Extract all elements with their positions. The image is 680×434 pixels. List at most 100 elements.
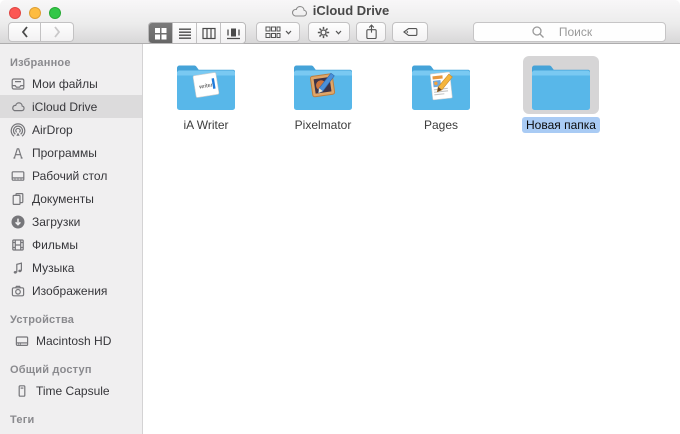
columns-view-icon (201, 27, 216, 39)
nav-buttons (8, 22, 74, 42)
pixelmator-badge (307, 69, 339, 106)
forward-button[interactable] (41, 22, 74, 42)
sidebar-item-icloud-drive[interactable]: iCloud Drive (0, 95, 142, 118)
file-label[interactable]: Новая папка (509, 117, 613, 133)
window-title-text: iCloud Drive (312, 3, 390, 18)
myfiles-icon (10, 76, 26, 92)
tag-button[interactable] (392, 22, 428, 42)
action-button[interactable] (308, 22, 350, 42)
sidebar-item-label: Time Capsule (36, 383, 110, 398)
sidebar-item-documents[interactable]: Документы (0, 187, 142, 210)
sidebar-item-label: Музыка (32, 260, 75, 275)
sidebar-item-pictures[interactable]: Изображения (0, 279, 142, 302)
file-icon-area[interactable] (523, 56, 599, 114)
list-view-icon (178, 28, 191, 39)
pages-badge (425, 69, 457, 108)
chevron-down-icon (335, 30, 342, 35)
file-icon-area[interactable]: writer (168, 56, 244, 114)
icloud-icon (291, 6, 307, 17)
ia-writer-badge-icon: writer (192, 72, 220, 98)
view-switcher (148, 22, 246, 44)
share-button[interactable] (356, 22, 386, 42)
grid-view-icon (155, 27, 167, 39)
timecapsule-icon (14, 383, 30, 399)
file-item-new-folder[interactable]: Новая папка (509, 56, 613, 133)
sidebar-section: Устройства Macintosh HD (0, 310, 142, 352)
ia-writer-badge: writer (190, 69, 222, 106)
sidebar-item-label: Изображения (32, 283, 108, 298)
documents-icon (10, 191, 26, 207)
search-field (473, 22, 666, 42)
sidebar-section: Избранное Мои файлы iCloud Drive AirDrop Про… (0, 53, 142, 302)
sidebar-item-downloads[interactable]: Загрузки (0, 210, 142, 233)
gear-icon (317, 26, 330, 38)
sidebar-item-label: Документы (32, 191, 94, 206)
file-label[interactable]: iA Writer (154, 118, 258, 132)
file-item-pages[interactable]: Pages (389, 56, 493, 132)
file-icon-area[interactable] (403, 56, 479, 114)
search-input[interactable] (473, 22, 666, 42)
chevron-left-icon (21, 26, 28, 38)
file-label-text: Pixelmator (294, 118, 352, 132)
arrange-button[interactable] (256, 22, 300, 42)
sidebar-item-label: Мои файлы (32, 76, 98, 91)
file-icon-area[interactable] (285, 56, 361, 114)
sidebar-item-label: AirDrop (32, 122, 73, 137)
downloads-icon (10, 214, 26, 230)
sidebar-item-label: Программы (32, 145, 97, 160)
back-button[interactable] (8, 22, 41, 42)
coverflow-view-button[interactable] (221, 23, 245, 43)
airdrop-icon (10, 122, 26, 138)
sidebar-item-movies[interactable]: Фильмы (0, 233, 142, 256)
share-icon (365, 24, 377, 40)
arrange-icon (265, 26, 280, 38)
file-label[interactable]: Pages (389, 118, 493, 132)
file-label-text: Новая папка (522, 117, 600, 133)
sidebar-item-my-files[interactable]: Мои файлы (0, 72, 142, 95)
coverflow-view-icon (226, 28, 240, 39)
file-label-text: iA Writer (183, 118, 229, 132)
file-label[interactable]: Pixelmator (271, 118, 375, 132)
pictures-icon (10, 283, 26, 299)
sidebar-item-airdrop[interactable]: AirDrop (0, 118, 142, 141)
sidebar: Избранное Мои файлы iCloud Drive AirDrop Про… (0, 44, 143, 434)
file-label-text: Pages (423, 118, 459, 132)
finder-window: iCloud Drive Поиск Избранное Мои файлы i… (0, 0, 680, 434)
icloud-icon (10, 99, 26, 115)
sidebar-item-applications[interactable]: Программы (0, 141, 142, 164)
file-item-pixelmator[interactable]: Pixelmator (271, 56, 375, 132)
toolbar: iCloud Drive (0, 0, 680, 44)
list-view-button[interactable] (173, 23, 197, 43)
sidebar-item-label: iCloud Drive (32, 99, 98, 114)
window-title: iCloud Drive (0, 3, 680, 18)
chevron-right-icon (54, 26, 61, 38)
sidebar-section: Общий доступ Time Capsule (0, 360, 142, 402)
sidebar-item-label: Рабочий стол (32, 168, 108, 183)
chevron-down-icon (285, 30, 291, 35)
sidebar-item-label: Фильмы (32, 237, 78, 252)
sidebar-item-macintosh-hd[interactable]: Macintosh HD (0, 329, 142, 352)
desktop-icon (10, 168, 26, 184)
harddrive-icon (14, 333, 30, 349)
columns-view-button[interactable] (197, 23, 221, 43)
sidebar-item-music[interactable]: Музыка (0, 256, 142, 279)
sidebar-item-desktop[interactable]: Рабочий стол (0, 164, 142, 187)
folder-icon (532, 65, 590, 110)
sidebar-item-label: Загрузки (32, 214, 81, 229)
sidebar-item-label: Macintosh HD (36, 333, 112, 348)
sidebar-section-title: Избранное (10, 57, 71, 69)
sidebar-section: Теги (0, 410, 142, 429)
sidebar-section-title: Устройства (10, 314, 75, 326)
file-view[interactable]: writer iA Writer Pixelmator Pages Новая п… (144, 44, 680, 434)
sidebar-section-title: Общий доступ (10, 364, 92, 376)
tag-icon (402, 27, 417, 37)
music-icon (10, 260, 26, 276)
icons-view-button[interactable] (149, 23, 173, 43)
pixelmator-badge-icon (309, 72, 336, 98)
pages-badge-icon (429, 71, 453, 101)
sidebar-item-time-capsule[interactable]: Time Capsule (0, 379, 142, 402)
file-item-ia-writer[interactable]: writer iA Writer (154, 56, 258, 132)
sidebar-section-title: Теги (10, 414, 35, 426)
applications-icon (10, 145, 26, 161)
movies-icon (10, 237, 26, 253)
